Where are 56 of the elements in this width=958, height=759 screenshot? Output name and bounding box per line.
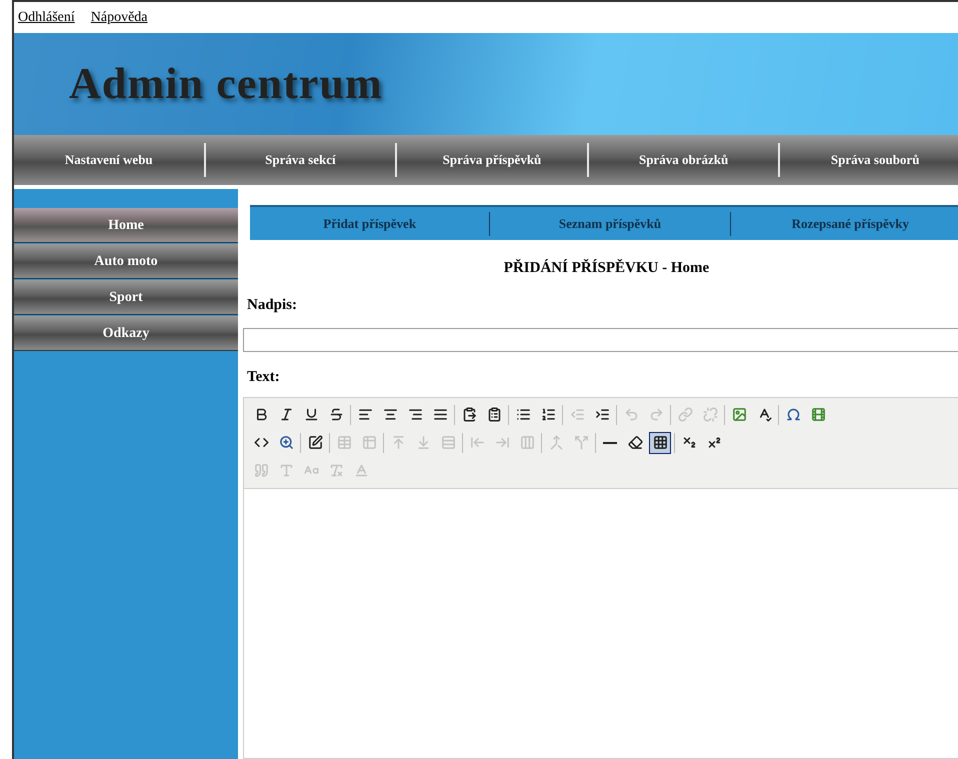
- paste-icon: [462, 407, 476, 422]
- sidebar-item[interactable]: Home: [14, 208, 238, 243]
- sub-tab[interactable]: Rozepsané příspěvky: [730, 214, 958, 234]
- sidebar-item[interactable]: Auto moto: [14, 244, 238, 279]
- horizontal-rule-icon: [603, 442, 617, 444]
- superscript-icon: [706, 435, 722, 450]
- top-link[interactable]: Odhlášení: [18, 7, 75, 28]
- link-icon: [678, 407, 692, 422]
- align-right-icon: [408, 407, 422, 422]
- grid-icon: [652, 435, 668, 450]
- toolbar-button[interactable]: [649, 432, 671, 454]
- remove-format-icon: [328, 463, 344, 478]
- align-center-icon: [382, 407, 398, 422]
- split-icon: [574, 435, 588, 450]
- numbered-list-icon: [540, 407, 556, 422]
- omega-icon: [786, 407, 800, 422]
- field-label: Text:: [246, 368, 281, 387]
- subscript-icon: [682, 435, 696, 450]
- undo-icon: [624, 407, 638, 422]
- strikethrough-icon: [328, 407, 344, 422]
- sub-tab[interactable]: Seznam příspěvků: [490, 214, 730, 234]
- film-icon: [810, 407, 826, 422]
- align-justify-icon: [432, 407, 448, 422]
- nav-link[interactable]: Správa souborů: [780, 150, 958, 170]
- zoom-icon: [278, 435, 294, 450]
- bullet-list-icon: [516, 407, 530, 422]
- sidebar-item[interactable]: Sport: [14, 280, 238, 315]
- nav-link[interactable]: Správa obrázků: [588, 150, 778, 170]
- indent-icon: [594, 407, 610, 422]
- title-input[interactable]: [243, 328, 958, 352]
- sidebar-item[interactable]: Odkazy: [14, 316, 238, 351]
- align-left-icon: [358, 407, 372, 422]
- underline-icon: [304, 407, 318, 422]
- outdent-icon: [570, 407, 584, 422]
- edit-icon: [308, 435, 322, 450]
- site-title: Admin centrum: [69, 58, 383, 110]
- merge-icon: [548, 435, 564, 450]
- table-icon: [336, 435, 352, 450]
- italic-icon: [278, 407, 294, 422]
- top-link[interactable]: Nápověda: [90, 7, 148, 28]
- redo-icon: [648, 407, 664, 422]
- type-icon: [278, 463, 294, 478]
- eraser-icon: [628, 435, 642, 450]
- sub-tab[interactable]: Přidat příspěvek: [250, 214, 490, 234]
- quote-icon: [254, 463, 268, 478]
- image-icon: [732, 407, 746, 422]
- nav-link[interactable]: Nastavení webu: [14, 150, 204, 170]
- field-label: Nadpis:: [246, 296, 298, 314]
- table-icon: [362, 435, 376, 450]
- page-heading: PŘIDÁNÍ PŘÍSPĚVKU - Home: [502, 258, 710, 278]
- nav-link[interactable]: Správa sekcí: [206, 150, 396, 170]
- baseline-icon: [354, 463, 368, 478]
- nav-link[interactable]: Správa příspěvků: [397, 150, 587, 170]
- clipboard-icon: [486, 407, 502, 422]
- unlink-icon: [702, 407, 718, 422]
- code-icon: [254, 435, 268, 450]
